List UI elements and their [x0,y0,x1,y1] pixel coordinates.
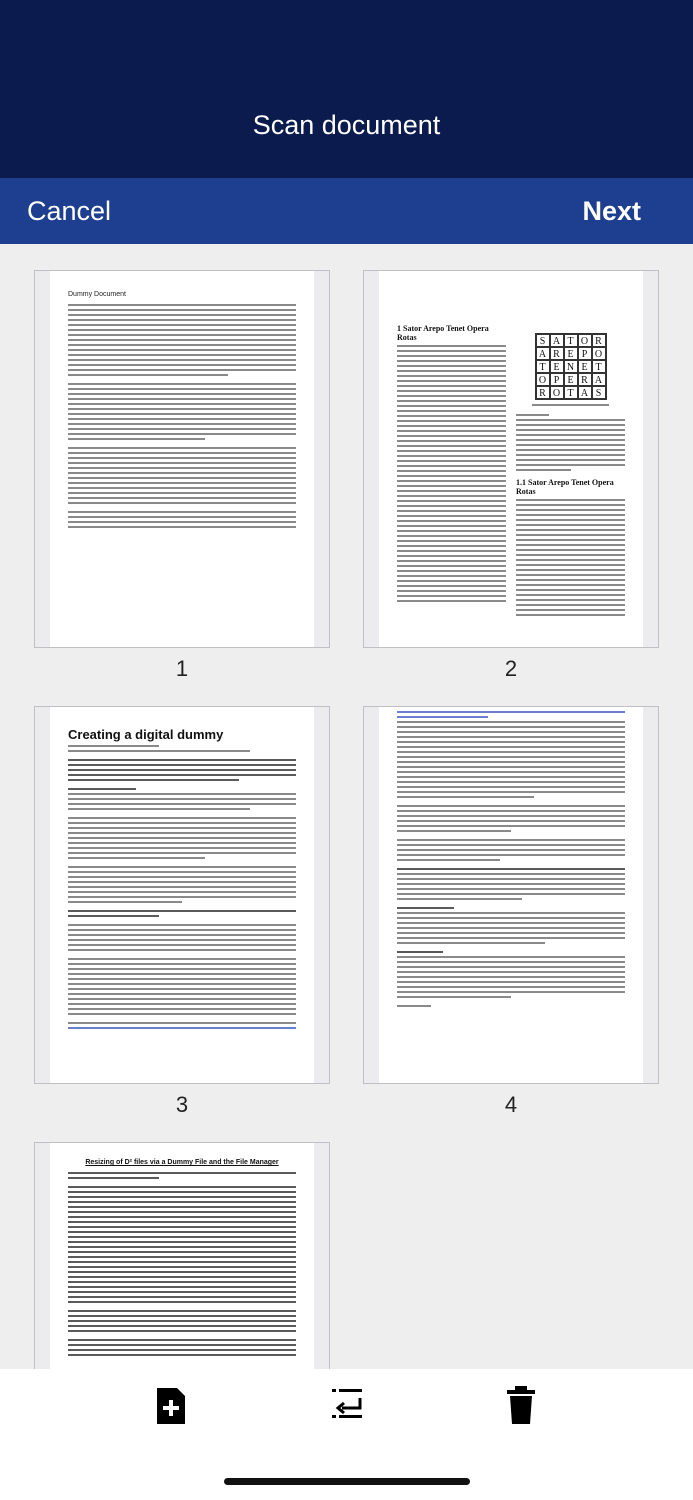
text-block [68,1022,296,1029]
text-block [68,1172,296,1179]
page-thumbnail-3[interactable]: Creating a digital dummy [34,706,330,1084]
page-thumbnail-4[interactable] [363,706,659,1084]
action-bar: Cancel Next [0,178,693,244]
page-thumbnail-2[interactable]: 1 Sator Arepo Tenet Opera Rotas SATOR AR… [363,270,659,648]
text-block [397,839,625,861]
text-block [68,511,296,528]
text-block [68,1339,296,1356]
page-preview [379,707,643,1083]
text-block [68,759,296,781]
home-indicator [224,1478,470,1485]
document-title: Dummy Document [68,291,126,298]
text-block [397,951,625,998]
subsection-heading: 1.1 Sator Arepo Tenet Opera Rotas [516,478,614,496]
document-heading: Resizing of D² files via a Dummy File an… [85,1159,279,1166]
page-preview: Dummy Document [50,271,314,647]
next-button[interactable]: Next [582,196,641,227]
page-preview: 1 Sator Arepo Tenet Opera Rotas SATOR AR… [379,271,643,647]
page-thumbnail-1[interactable]: Dummy Document [34,270,330,648]
text-block [68,924,296,951]
text-block [516,414,625,471]
cancel-button[interactable]: Cancel [27,196,111,227]
page-title: Scan document [252,110,441,140]
page-preview: Resizing of D² files via a Dummy File an… [50,1143,314,1369]
text-block [397,711,625,798]
text-block [397,868,625,900]
text-block [68,383,296,440]
text-block [68,910,296,917]
text-block [68,304,296,376]
section-heading: 1 Sator Arepo Tenet Opera Rotas [397,324,489,342]
text-block [68,958,296,1015]
text-block [516,499,625,616]
page-number: 4 [504,1092,518,1117]
text-block [68,817,296,859]
delete-icon[interactable] [506,1385,536,1425]
page-number: 2 [504,656,518,681]
navigation-header: Scan document [0,0,693,178]
add-page-icon[interactable] [155,1386,187,1426]
text-block [397,345,506,602]
page-number: 3 [175,1092,189,1117]
text-block [68,1310,296,1332]
page-thumbnail-5[interactable]: Resizing of D² files via a Dummy File an… [34,1142,330,1369]
text-block [68,866,296,903]
page-thumbnail-grid[interactable]: Dummy Document 1 1 Sator Arepo Tenet Ope… [0,244,693,1369]
text-block [68,788,296,810]
document-heading: Creating a digital dummy [68,727,224,742]
reorder-pages-icon[interactable] [330,1386,364,1422]
page-preview: Creating a digital dummy [50,707,314,1083]
sator-square: SATOR AREPO TENET OPERA ROTAS [534,333,607,400]
text-block [68,1186,296,1303]
text-block [397,907,625,944]
text-block [397,805,625,832]
page-number: 1 [175,656,189,681]
text-block [68,447,296,504]
